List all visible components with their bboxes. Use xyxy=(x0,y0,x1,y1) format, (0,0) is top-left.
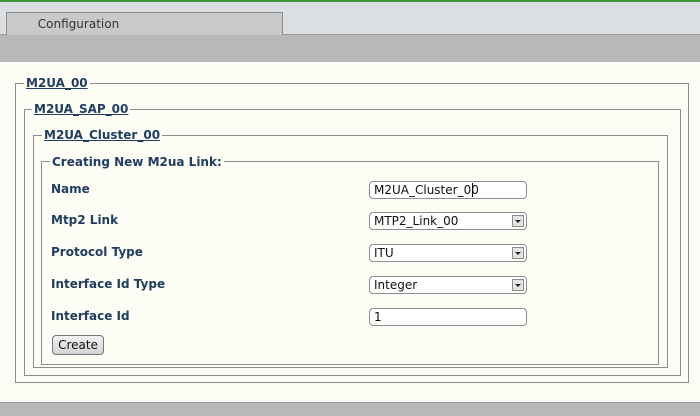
interface-id-type-select[interactable]: Integer xyxy=(369,276,527,294)
chevron-down-icon[interactable] xyxy=(512,215,524,227)
legend-m2ua[interactable]: M2UA_00 xyxy=(24,76,90,90)
mtp2-link-value: MTP2_Link_00 xyxy=(374,214,459,228)
name-input[interactable] xyxy=(369,181,527,199)
header-strip xyxy=(0,35,700,62)
name-label: Name xyxy=(51,182,90,196)
legend-m2ua-sap[interactable]: M2UA_SAP_00 xyxy=(32,102,131,116)
tab-configuration[interactable]: Configuration xyxy=(6,12,283,36)
protocol-type-select[interactable]: ITU xyxy=(369,244,527,262)
chevron-down-icon[interactable] xyxy=(512,279,524,291)
chevron-down-icon[interactable] xyxy=(512,247,524,259)
interface-id-input[interactable] xyxy=(369,308,527,326)
interface-id-type-label: Interface Id Type xyxy=(51,277,166,291)
interface-id-type-value: Integer xyxy=(374,278,418,292)
create-button[interactable]: Create xyxy=(52,335,104,355)
mtp2-link-select[interactable]: MTP2_Link_00 xyxy=(369,212,527,230)
tab-configuration-label: Configuration xyxy=(37,17,120,31)
protocol-type-label: Protocol Type xyxy=(51,245,143,259)
mtp2-link-label: Mtp2 Link xyxy=(51,213,119,227)
footer-bar xyxy=(0,402,700,416)
tab-bar: Configuration xyxy=(0,2,700,36)
legend-m2ua-cluster[interactable]: M2UA_Cluster_00 xyxy=(42,128,163,142)
text-cursor xyxy=(472,183,473,197)
protocol-type-value: ITU xyxy=(374,246,394,260)
form-title: Creating New M2ua Link: xyxy=(50,155,224,169)
interface-id-label: Interface Id xyxy=(51,309,130,323)
fieldset-create-link xyxy=(41,161,659,365)
